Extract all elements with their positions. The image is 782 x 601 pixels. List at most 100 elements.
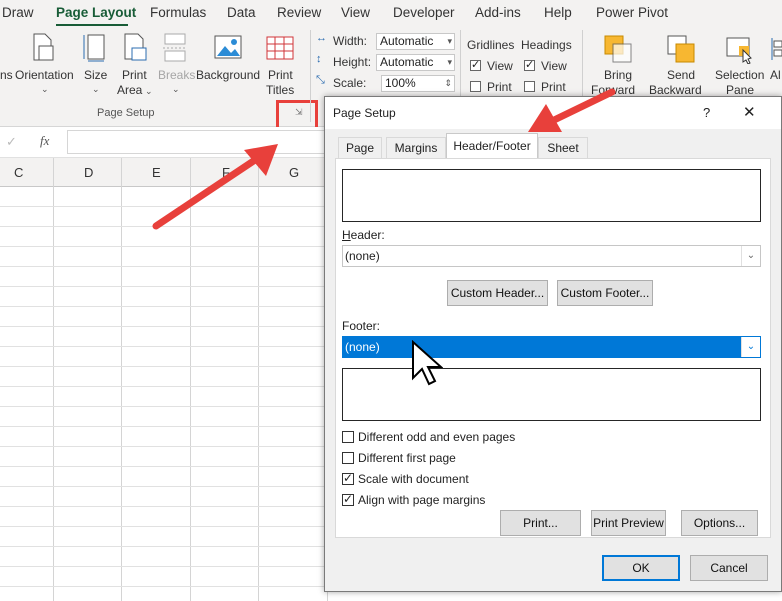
gridlines-view-label: View (487, 59, 513, 73)
page-setup-group-label: Page Setup (97, 107, 155, 119)
width-select[interactable]: Automatic ▾ (376, 33, 455, 50)
size-button[interactable]: Size (84, 68, 107, 82)
print-button[interactable]: Print... (500, 510, 581, 536)
selection-pane-label-1[interactable]: Selection (715, 68, 764, 82)
tab-data[interactable]: Data (227, 5, 256, 20)
align-with-margins-label: Align with page margins (358, 493, 486, 507)
dialog-launcher-icon[interactable]: ⇲ (295, 107, 303, 118)
different-odd-even-label: Different odd and even pages (358, 430, 516, 444)
align-label[interactable]: Al (770, 68, 781, 82)
enter-check-icon[interactable]: ✓ (6, 134, 17, 150)
tab-add-ins[interactable]: Add-ins (475, 5, 521, 20)
print-titles-label-2[interactable]: Titles (266, 83, 294, 97)
gridlines-view-checkbox[interactable] (470, 58, 481, 71)
chevron-down-icon: ⌄ (41, 84, 49, 94)
tab-draw[interactable]: Draw (2, 5, 34, 20)
annotation-arrow-to-tab (522, 80, 622, 143)
background-icon[interactable] (213, 32, 243, 62)
tab-power-pivot[interactable]: Power Pivot (596, 5, 668, 20)
different-first-page-label: Different first page (358, 451, 456, 465)
send-backward-label-1[interactable]: Send (667, 68, 695, 82)
send-backward-icon[interactable] (666, 34, 696, 64)
print-area-icon[interactable] (122, 32, 148, 62)
height-select[interactable]: Automatic ▾ (376, 54, 455, 71)
headings-view-label: View (541, 59, 567, 73)
scale-with-document-label: Scale with document (358, 472, 469, 486)
ribbon-tab-bar: Draw Page Layout Formulas Data Review Vi… (0, 0, 782, 27)
footer-preview (342, 368, 761, 421)
tab-help[interactable]: Help (544, 5, 572, 20)
chevron-down-icon: ⌄ (145, 86, 153, 96)
scale-with-document-checkbox[interactable] (342, 471, 354, 485)
selection-pane-icon[interactable] (725, 34, 755, 65)
dialog-title: Page Setup (333, 106, 396, 120)
custom-header-button[interactable]: Custom Header... (447, 280, 548, 306)
header-select[interactable]: (none) ⌄ (342, 245, 761, 267)
custom-footer-button[interactable]: Custom Footer... (557, 280, 653, 306)
column-header-d[interactable]: D (84, 165, 93, 180)
height-icon: ↕ (316, 53, 322, 65)
ok-button[interactable]: OK (602, 555, 680, 581)
header-footer-panel: Header: (none) ⌄ Custom Header... Custom … (335, 158, 771, 538)
column-header-g[interactable]: G (289, 165, 299, 180)
size-icon[interactable] (82, 32, 108, 62)
gridlines-print-checkbox[interactable] (470, 81, 481, 92)
footer-label: Footer: (342, 319, 381, 333)
align-icon[interactable] (770, 36, 782, 62)
headings-view-checkbox[interactable] (524, 58, 535, 71)
gridlines-label: Gridlines (467, 38, 515, 52)
different-odd-even-checkbox[interactable] (342, 431, 354, 443)
dialog-tab-page[interactable]: Page (338, 137, 382, 158)
options-button[interactable]: Options... (681, 510, 758, 536)
print-area-label-2[interactable]: Area (117, 83, 142, 97)
orientation-icon[interactable] (30, 32, 56, 62)
tab-developer[interactable]: Developer (393, 5, 455, 20)
help-icon[interactable]: ? (703, 105, 710, 120)
footer-select[interactable]: (none) ⌄ (342, 336, 761, 358)
chevron-down-icon: ⌄ (741, 246, 760, 266)
margins-button-label[interactable]: ns (0, 68, 13, 82)
chevron-down-icon: ⌄ (172, 84, 180, 94)
print-area-label-1[interactable]: Print (122, 68, 147, 82)
tab-review[interactable]: Review (277, 5, 321, 20)
send-backward-label-2[interactable]: Backward (649, 83, 702, 97)
breaks-icon (162, 32, 188, 62)
insert-function-icon[interactable]: fx (40, 133, 49, 149)
different-first-page-checkbox[interactable] (342, 452, 354, 464)
print-titles-label-1[interactable]: Print (268, 68, 293, 82)
close-icon[interactable]: ✕ (743, 103, 756, 121)
print-preview-button[interactable]: Print Preview (591, 510, 666, 536)
group-separator (310, 30, 311, 122)
spinner-icon: ⇕ (444, 78, 452, 88)
annotation-arrow-to-launcher (146, 138, 286, 238)
chevron-down-icon: ⌄ (92, 84, 100, 94)
scale-input[interactable]: 100% ⇕ (381, 75, 455, 92)
header-preview (342, 169, 761, 222)
align-with-margins-checkbox[interactable] (342, 492, 354, 506)
orientation-button[interactable]: Orientation (15, 68, 74, 82)
chevron-down-icon: ⌄ (741, 337, 760, 357)
gridlines-print-label: Print (487, 80, 512, 94)
bring-forward-icon[interactable] (603, 34, 633, 64)
tab-page-layout[interactable]: Page Layout (56, 5, 136, 20)
height-label: Height: (333, 55, 372, 69)
selection-pane-label-2[interactable]: Pane (726, 83, 754, 97)
column-header-c[interactable]: C (14, 165, 23, 180)
chevron-down-icon: ▾ (447, 57, 452, 67)
header-label: Header: (342, 228, 385, 242)
scale-label: Scale: (333, 76, 367, 90)
page-setup-dialog: Page Setup ? ✕ Page Margins Header/Foote… (324, 96, 782, 592)
headings-label: Headings (521, 38, 572, 52)
width-icon: ↔ (316, 32, 327, 44)
tab-formulas[interactable]: Formulas (150, 5, 206, 20)
background-button[interactable]: Background (196, 68, 260, 82)
chevron-down-icon: ▾ (447, 36, 452, 46)
tab-view[interactable]: View (341, 5, 370, 20)
dialog-tab-margins[interactable]: Margins (386, 137, 446, 158)
mouse-cursor-icon (411, 339, 444, 386)
scale-icon: ⤡ (316, 74, 325, 86)
breaks-button: Breaks (158, 68, 196, 82)
width-label: Width: (333, 34, 368, 48)
print-titles-icon[interactable] (266, 34, 294, 62)
cancel-button[interactable]: Cancel (690, 555, 768, 581)
